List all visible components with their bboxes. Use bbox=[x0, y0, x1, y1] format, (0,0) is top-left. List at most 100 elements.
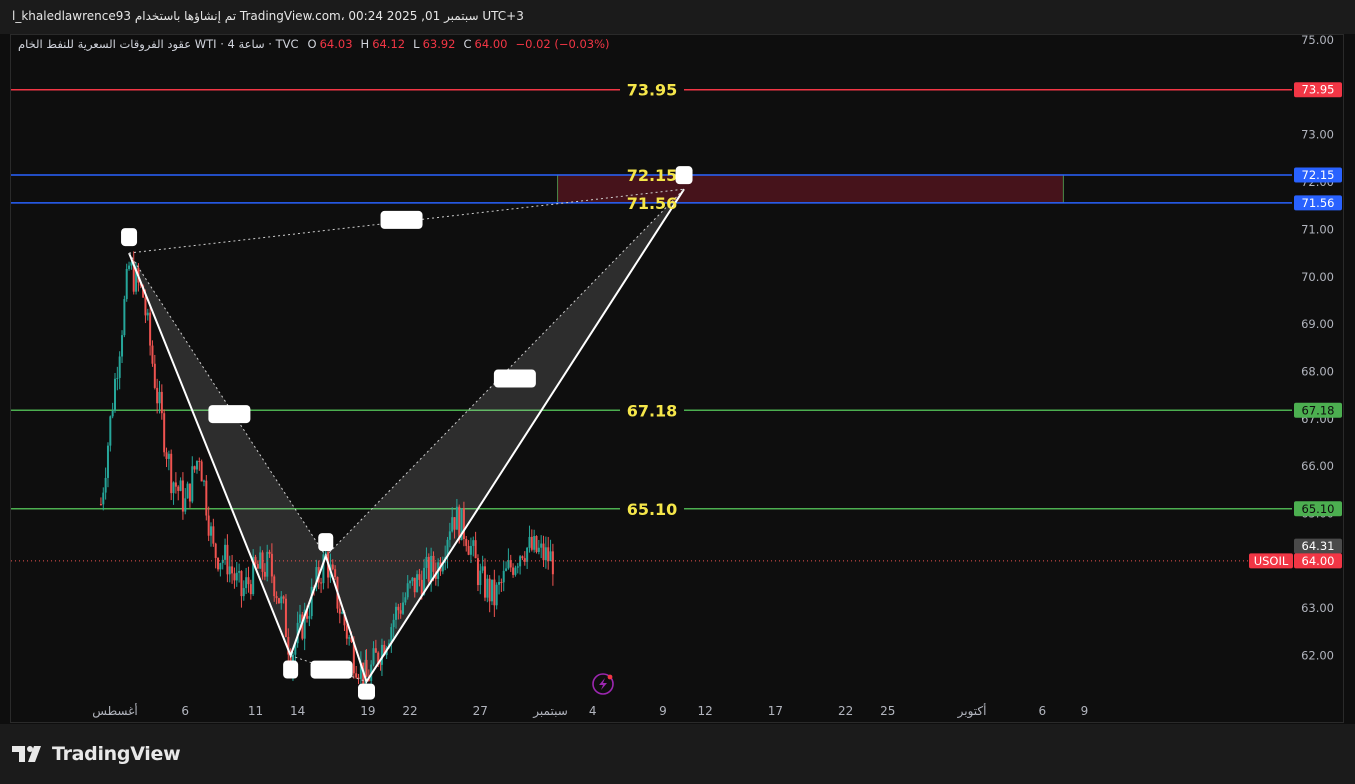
legend-low-value: 63.92 bbox=[422, 37, 456, 51]
pattern-point-label[interactable] bbox=[675, 166, 693, 185]
candle-body bbox=[374, 648, 377, 653]
pattern-point-label[interactable] bbox=[357, 683, 375, 700]
time-tick-label: 9 bbox=[659, 704, 667, 718]
legend-change: −0.02 (−0.03%) bbox=[515, 37, 610, 51]
price-chart[interactable]: 73.9572.1571.5667.1865.10 75.0074.0073.0… bbox=[0, 0, 1355, 784]
symbol-badge-text: USOIL bbox=[1254, 554, 1289, 568]
candle-body bbox=[472, 540, 475, 546]
candle-body bbox=[99, 504, 102, 506]
candle-body bbox=[418, 574, 421, 580]
candle-body bbox=[158, 391, 161, 404]
prev-close-badge-text: 64.31 bbox=[1302, 539, 1335, 553]
candle-body bbox=[404, 597, 407, 603]
candle-body bbox=[228, 566, 231, 575]
pattern-point-label[interactable] bbox=[208, 405, 251, 424]
candle-body bbox=[331, 564, 334, 570]
candle-body bbox=[125, 268, 128, 300]
candle-body bbox=[467, 545, 470, 555]
pattern-point-label[interactable] bbox=[283, 660, 299, 679]
time-tick-label: 14 bbox=[290, 704, 305, 718]
candle-body bbox=[481, 566, 484, 571]
candle-body bbox=[118, 356, 121, 378]
candle-body bbox=[348, 637, 351, 639]
candle-body bbox=[453, 517, 456, 530]
candle-body bbox=[256, 564, 259, 569]
candle-body bbox=[273, 576, 276, 597]
candle-body bbox=[245, 577, 248, 589]
legend-open-value: 64.03 bbox=[319, 37, 353, 51]
legend-close-value: 64.00 bbox=[474, 37, 508, 51]
candle-body bbox=[207, 515, 210, 536]
candle-body bbox=[106, 445, 109, 478]
price-tick-label: 70.00 bbox=[1301, 270, 1334, 284]
candle-body bbox=[406, 583, 409, 598]
candle-body bbox=[247, 577, 250, 585]
candle-body bbox=[284, 598, 287, 637]
candle-body bbox=[320, 582, 323, 584]
symbol-legend: عقود الفروقات السعرية للنفط الخام WTI · … bbox=[18, 37, 610, 51]
time-tick-label: أغسطس bbox=[92, 703, 137, 719]
pattern-point-label[interactable] bbox=[121, 228, 138, 247]
legend-low-label: L bbox=[413, 37, 420, 51]
candle-body bbox=[420, 579, 423, 595]
price-tick-label: 71.00 bbox=[1301, 222, 1334, 236]
candle-body bbox=[186, 483, 189, 499]
pattern-point-label[interactable] bbox=[380, 210, 423, 229]
candle-body bbox=[493, 579, 496, 606]
candle-body bbox=[537, 547, 540, 552]
candle-body bbox=[282, 596, 285, 599]
candle-body bbox=[416, 574, 419, 593]
candle-body bbox=[495, 584, 498, 606]
level-price-badge-text: 72.15 bbox=[1302, 168, 1335, 182]
candle-body bbox=[146, 312, 149, 316]
price-tick-label: 75.00 bbox=[1301, 33, 1334, 47]
harmonic-pattern-fill bbox=[129, 189, 685, 682]
candle-body bbox=[188, 483, 191, 502]
pattern-triangle-bcd bbox=[325, 189, 685, 682]
time-tick-label: 6 bbox=[181, 704, 189, 718]
candle-body bbox=[448, 531, 451, 540]
price-tick-label: 62.00 bbox=[1301, 649, 1334, 663]
time-tick-label: سبتمبر bbox=[532, 704, 567, 719]
candle-body bbox=[263, 571, 266, 577]
candle-body bbox=[392, 619, 395, 628]
candle-body bbox=[116, 377, 119, 379]
pattern-point-label[interactable] bbox=[310, 660, 353, 679]
candle-body bbox=[226, 544, 229, 575]
pattern-point-label[interactable] bbox=[318, 533, 334, 552]
tradingview-logo[interactable]: TradingView bbox=[12, 743, 181, 765]
pattern-point-label[interactable] bbox=[493, 369, 536, 388]
candle-body bbox=[198, 461, 201, 463]
legend-symbol-title[interactable]: عقود الفروقات السعرية للنفط الخام WTI · … bbox=[18, 37, 299, 51]
replay-icon[interactable] bbox=[592, 673, 614, 695]
level-price-badge-text: 71.56 bbox=[1302, 196, 1335, 210]
candle-body bbox=[177, 486, 180, 491]
time-tick-label: 25 bbox=[880, 704, 895, 718]
candle-body bbox=[338, 608, 341, 614]
pattern-triangle-xab bbox=[129, 253, 326, 656]
candle-body bbox=[411, 577, 414, 582]
candle-body bbox=[474, 540, 477, 559]
candle-body bbox=[156, 387, 159, 404]
candle-body bbox=[372, 648, 375, 665]
candle-body bbox=[395, 606, 397, 620]
candle-body bbox=[345, 625, 348, 639]
candle-body bbox=[397, 606, 400, 611]
legend-close-label: C bbox=[463, 37, 472, 51]
candle-body bbox=[231, 566, 234, 574]
candle-body bbox=[184, 498, 187, 512]
level-price-badge-text: 73.95 bbox=[1302, 83, 1335, 97]
candle-body bbox=[242, 588, 245, 597]
candle-body bbox=[212, 526, 215, 544]
candle-body bbox=[219, 563, 222, 570]
candle-body bbox=[530, 536, 533, 550]
time-tick-label: 17 bbox=[768, 704, 783, 718]
candle-body bbox=[479, 570, 482, 586]
candle-body bbox=[498, 582, 501, 585]
level-label: 73.95 bbox=[627, 81, 678, 100]
candle-body bbox=[341, 612, 344, 614]
candle-body bbox=[167, 453, 170, 459]
horizontal-levels bbox=[11, 88, 1292, 510]
candle-body bbox=[491, 579, 494, 602]
candle-body bbox=[270, 553, 273, 577]
